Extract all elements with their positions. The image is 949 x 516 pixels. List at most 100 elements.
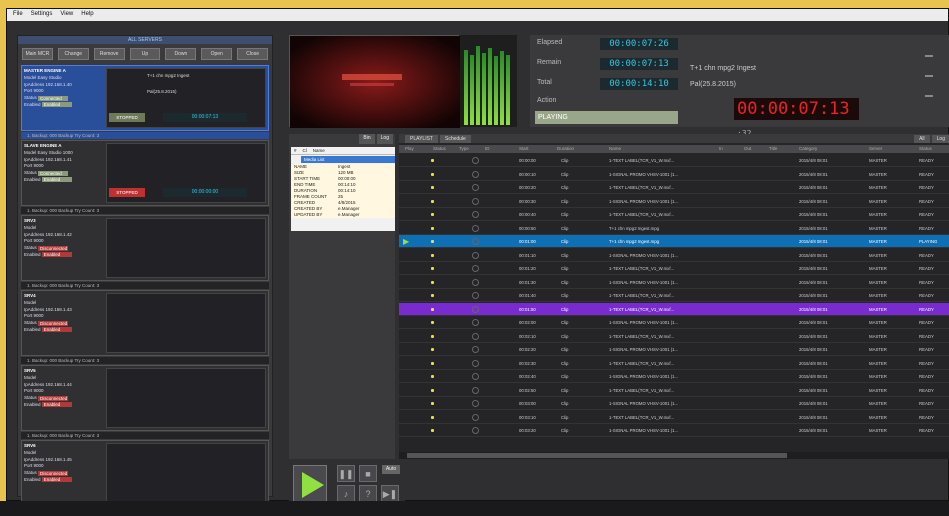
help-button[interactable]: ? — [359, 485, 377, 502]
row-duration: Clip — [561, 279, 569, 285]
server-btn-close[interactable]: Close — [237, 48, 269, 60]
server-btn-open[interactable]: Open — [201, 48, 233, 60]
server-btn-down[interactable]: Down — [165, 48, 197, 60]
auto-mode-toggle[interactable]: Auto — [382, 465, 400, 474]
playlist-col-9[interactable]: Title — [769, 146, 777, 151]
pause-button[interactable]: ❚❚ — [337, 465, 355, 482]
row-type-icon — [472, 400, 479, 407]
minimize-icon[interactable] — [925, 55, 933, 57]
menu-item-file[interactable]: File — [11, 11, 25, 19]
catalog-columns: # Cl Name — [291, 147, 395, 155]
table-row[interactable]: 00:02:00 Clip 1-SIGNAL PROMO VHSV-1001 (1.… — [399, 316, 949, 329]
server-card[interactable]: SRV4 Model IpAddress 192.168.1.43 Port 90… — [21, 290, 269, 356]
table-row[interactable]: 00:00:30 Clip 1-SIGNAL PROMO VHSV-1001 (1.… — [399, 195, 949, 208]
playlist-col-4[interactable]: Start — [519, 146, 529, 151]
server-field-port: Port 9000 — [24, 463, 102, 470]
playlist-col-3[interactable]: ID — [485, 146, 490, 151]
server-card[interactable]: SRV3 Model IpAddress 192.168.1.42 Port 90… — [21, 215, 269, 281]
playlist-col-1[interactable]: Status — [433, 146, 446, 151]
server-card[interactable]: SRV5 Model IpAddress 192.168.1.44 Port 90… — [21, 365, 269, 431]
skip-next-button[interactable]: ▶❚ — [381, 485, 399, 502]
playlist-col-10[interactable]: Category — [799, 146, 817, 151]
tab-log[interactable]: Log — [376, 134, 393, 144]
menu-item-view[interactable]: View — [58, 11, 75, 19]
table-row[interactable]: 00:00:20 Clip 1-TEXT LABEL(TCR_V1_W.mxf...… — [399, 181, 949, 194]
server-btn-change[interactable]: Change — [57, 48, 89, 60]
playlist-col-5[interactable]: Duration — [557, 146, 574, 151]
table-row[interactable]: 00:02:30 Clip 1-TEXT LABEL(TCR_V1_W.mxf...… — [399, 357, 949, 370]
table-row[interactable]: 00:00:00 Clip 1-TEXT LABEL(TCR_V1_W.mxf...… — [399, 154, 949, 167]
table-row[interactable]: 00:01:10 Clip 1-SIGNAL PROMO VHSV-1001 (1.… — [399, 249, 949, 262]
server-state-button[interactable]: STOPPED — [109, 188, 145, 197]
field-label: Enabled — [24, 326, 41, 332]
backup-try-count: 3 — [96, 283, 100, 288]
table-row[interactable]: 00:01:30 Clip 1-SIGNAL PROMO VHSV-1001 (1.… — [399, 276, 949, 289]
playlist-col-11[interactable]: Server — [869, 146, 882, 151]
field-value: Disconnected — [38, 320, 69, 326]
time-info-panel: Elapsed 00:00:07:26 Remain 00:00:07:13 T… — [530, 35, 949, 138]
table-row[interactable]: 00:03:00 Clip 1-SIGNAL PROMO VHSV-1001 (1.… — [399, 397, 949, 410]
playlist-col-12[interactable]: Status — [919, 146, 932, 151]
stop-button[interactable]: ■ — [359, 465, 377, 482]
row-type-icon — [472, 373, 479, 380]
on-air-clock: 00:00:07:13 :32 — [734, 98, 859, 138]
row-category: 2015/4/8 08:01 — [799, 171, 828, 177]
catalog-prop-row: UPDATED BY e.Manager — [291, 212, 395, 218]
vu-bar — [506, 54, 510, 125]
playlist-col-0[interactable]: Play — [405, 146, 414, 151]
tab-schedule[interactable]: Schedule — [439, 134, 471, 143]
row-category: 2015/4/8 08:01 — [799, 360, 828, 366]
row-type-icon — [472, 413, 479, 421]
server-title: SRV6 — [24, 443, 102, 450]
table-row[interactable]: 00:00:40 Clip 1-TEXT LABEL(TCR_V1_W.mxf...… — [399, 208, 949, 221]
server-btn-up[interactable]: Up — [129, 48, 161, 60]
playlist-hscroll[interactable] — [399, 452, 949, 459]
server-card[interactable]: MASTER ENGINE A Model Easy Studio IpAddres… — [21, 65, 269, 131]
playlist-col-7[interactable]: In — [719, 146, 723, 151]
row-status-icon — [431, 321, 434, 324]
server-card[interactable]: SLAVE ENGINE A Model Easy Studio 1000 IpAd… — [21, 140, 269, 206]
play-button[interactable] — [293, 465, 327, 503]
tab-playlist-log[interactable]: Log — [931, 134, 949, 143]
catalog-tabs: Bin Log — [289, 134, 395, 144]
table-row[interactable]: 00:02:10 Clip 1-TEXT LABEL(TCR_V1_W.mxf...… — [399, 330, 949, 343]
row-state: READY — [919, 347, 934, 352]
row-state: READY — [919, 212, 934, 217]
table-row[interactable]: ▶ 00:01:00 Clip T+1 chn mpg2 Ingest.mpg 2015… — [399, 235, 949, 248]
menu-item-settings[interactable]: Settings — [29, 11, 55, 19]
server-name: SRV6 — [24, 443, 36, 448]
row-type-icon — [472, 170, 479, 178]
playlist-col-8[interactable]: Out — [744, 146, 751, 151]
server-btn-remove[interactable]: Remove — [93, 48, 125, 60]
mute-button[interactable]: ♪ — [337, 485, 355, 502]
server-card[interactable]: SRV6 Model IpAddress 192.168.1.45 Port 90… — [21, 440, 269, 506]
row-start: 00:00:00 — [519, 158, 536, 163]
table-row[interactable]: 00:02:50 Clip 1-TEXT LABEL(TCR_V1_W.mxf...… — [399, 384, 949, 397]
table-row[interactable]: 00:01:20 Clip 1-TEXT LABEL(TCR_V1_W.mxf...… — [399, 262, 949, 275]
table-row[interactable]: 00:01:50 Clip 1-TEXT LABEL(TCR_V1_W.mxf...… — [399, 302, 949, 316]
row-state: READY — [919, 252, 934, 258]
server-state-button[interactable]: STOPPED — [109, 113, 145, 122]
table-row[interactable]: 00:01:40 Clip 1-TEXT LABEL(TCR_V1_W.mxf...… — [399, 289, 949, 302]
playlist-col-6[interactable]: Name — [609, 146, 621, 151]
tab-playlist[interactable]: PLAYLIST — [405, 134, 438, 143]
table-row[interactable]: 00:03:20 Clip 1-SIGNAL PROMO VHSV-1001 (1.… — [399, 424, 949, 437]
menu-icon[interactable] — [925, 95, 933, 97]
restore-icon[interactable] — [925, 75, 933, 77]
playlist-col-2[interactable]: Type — [459, 146, 469, 151]
table-row[interactable]: 00:00:50 Clip T+1 chn mpg2 Ingest.mpg 2015/… — [399, 222, 949, 235]
row-status-icon — [431, 280, 434, 284]
table-row[interactable]: 00:02:40 Clip 1-SIGNAL PROMO VHSV-1001 (1.… — [399, 370, 949, 383]
table-row[interactable]: 00:02:20 Clip 1-SIGNAL PROMO VHSV-1001 (1.… — [399, 343, 949, 356]
row-name: 1-SIGNAL PROMO VHSV-1001 (1... — [609, 252, 679, 258]
catalog-selected-item[interactable]: Media List — [301, 156, 395, 163]
row-name: 1-TEXT LABEL(TCR_V1_W.mxf... — [609, 158, 675, 163]
menu-item-help[interactable]: Help — [79, 11, 95, 19]
row-server: MASTER — [869, 279, 887, 285]
tab-bin[interactable]: Bin — [359, 134, 375, 144]
server-btn-main-mcr[interactable]: Main MCR — [22, 48, 53, 60]
table-row[interactable]: 00:00:10 Clip 1-SIGNAL PROMO VHSV-1001 (1.… — [399, 168, 949, 181]
table-row[interactable]: 00:03:10 Clip 1-TEXT LABEL(TCR_V1_W.mxf...… — [399, 411, 949, 424]
field-label: IpAddress — [24, 156, 45, 162]
tab-all[interactable]: All — [914, 134, 930, 143]
